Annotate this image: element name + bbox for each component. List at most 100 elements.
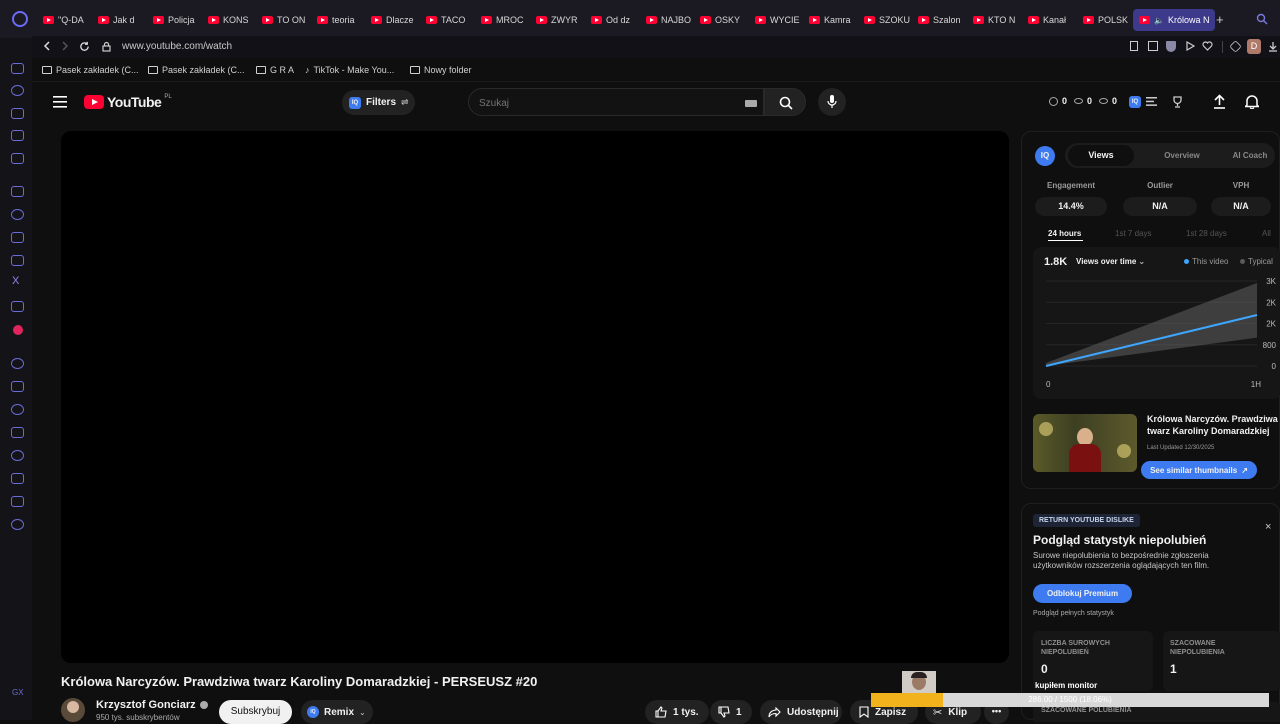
remix-button[interactable]: IQ Remix ⌄ <box>301 700 373 724</box>
bookmark-folder[interactable]: Nowy folder <box>410 65 472 75</box>
messenger-chat-icon[interactable] <box>11 209 24 220</box>
browser-tab[interactable]: ZWYR <box>536 10 584 30</box>
pin-icon[interactable] <box>1130 41 1138 51</box>
range-28d[interactable]: 1st 28 days <box>1186 229 1227 238</box>
see-similar-thumbnails-button[interactable]: See similar thumbnails ↗ <box>1141 461 1257 479</box>
browser-tab[interactable]: TO ON <box>262 10 310 30</box>
browser-tab[interactable]: TACO <box>426 10 474 30</box>
player-icon[interactable] <box>11 381 24 392</box>
browser-tab[interactable]: Kanał <box>1028 10 1076 30</box>
mail-icon[interactable] <box>11 153 24 164</box>
browser-tab[interactable]: WYCIE <box>755 10 803 30</box>
range-24h[interactable]: 24 hours <box>1048 229 1081 238</box>
browser-tab[interactable]: KTO N <box>973 10 1021 30</box>
reload-icon[interactable] <box>79 41 90 52</box>
search-tabs-icon[interactable] <box>1256 13 1268 25</box>
tab-active[interactable]: 🔈 Królowa N <box>1133 9 1216 31</box>
youtube-logo[interactable]: YouTube PL <box>84 94 172 110</box>
upload-icon[interactable] <box>1213 94 1226 109</box>
forward-icon[interactable] <box>60 41 70 51</box>
close-icon[interactable]: × <box>1265 521 1271 533</box>
share-button[interactable]: Udostępnij <box>760 700 842 724</box>
snapshot-icon[interactable] <box>1148 41 1158 51</box>
browser-tab[interactable]: teoria <box>317 10 365 30</box>
app-icon[interactable] <box>13 325 23 335</box>
trophy-icon[interactable] <box>1172 96 1183 108</box>
browser-tab[interactable]: Kamra <box>809 10 857 30</box>
filters-button[interactable]: IQ Filters ⇌ <box>342 90 415 115</box>
gx-icon[interactable]: GX <box>12 688 24 697</box>
wallet-icon[interactable] <box>11 427 24 438</box>
search-button[interactable] <box>764 88 806 116</box>
tab-views[interactable]: Views <box>1068 145 1134 166</box>
search-input[interactable] <box>479 95 719 111</box>
list-icon[interactable] <box>1146 97 1157 106</box>
bookmark-folder[interactable]: G R A <box>256 65 294 75</box>
tab-ai-coach[interactable]: AI Coach <box>1215 145 1280 166</box>
tab-label: teoria <box>332 15 355 25</box>
spotify-icon[interactable] <box>11 358 24 369</box>
bookmark-tiktok[interactable]: ♪ TikTok - Make You... <box>305 65 394 75</box>
video-player[interactable] <box>61 131 1009 663</box>
ai-icon[interactable] <box>11 108 24 119</box>
voice-search-button[interactable] <box>818 88 846 116</box>
menu-icon[interactable] <box>53 96 67 108</box>
dislike-button[interactable]: 1 <box>710 700 752 724</box>
video-thumbnail[interactable] <box>1033 414 1137 472</box>
browser-tab[interactable]: Policja <box>153 10 201 30</box>
heart-icon[interactable] <box>11 404 24 415</box>
unlock-premium-button[interactable]: Odblokuj Premium <box>1033 584 1132 603</box>
browser-tab[interactable]: Od dz <box>591 10 639 30</box>
extensions-puzzle-icon[interactable] <box>1229 40 1242 53</box>
browser-tab[interactable]: Jak d <box>98 10 146 30</box>
download-arrow-icon[interactable] <box>1268 41 1278 52</box>
preview-stats-link[interactable]: Podgląd pełnych statystyk <box>1033 610 1114 617</box>
refresh-icon[interactable] <box>11 85 24 96</box>
browser-tab[interactable]: "Q-DA <box>43 10 91 30</box>
browser-tab[interactable]: Dlacze <box>371 10 419 30</box>
play-icon[interactable] <box>1185 41 1195 51</box>
new-tab-button[interactable]: + <box>1216 12 1224 27</box>
vidiq-header-stats[interactable]: 0 0 0 <box>1049 96 1117 106</box>
browser-tab[interactable]: MROC <box>481 10 529 30</box>
browser-tab[interactable]: POLSK <box>1083 10 1131 30</box>
channel-name-row[interactable]: Krzysztof Gonciarz <box>96 699 208 711</box>
views-dropdown[interactable]: Views over time ⌄ <box>1076 257 1145 266</box>
telegram-icon[interactable] <box>11 232 24 243</box>
instagram-icon[interactable] <box>11 255 24 266</box>
browser-logo-icon[interactable] <box>12 11 28 27</box>
bookmark-folder[interactable]: Pasek zakładek (C... <box>42 65 139 75</box>
tab-overview[interactable]: Overview <box>1147 145 1217 166</box>
like-button[interactable]: 1 tys. <box>645 700 709 724</box>
messenger-icon[interactable] <box>11 63 24 74</box>
history-icon[interactable] <box>11 450 24 461</box>
heart-outline-icon[interactable] <box>1202 41 1213 51</box>
channel-name[interactable]: Krzysztof Gonciarz <box>96 699 196 711</box>
settings-icon[interactable] <box>11 519 24 530</box>
keyboard-icon[interactable] <box>745 100 757 107</box>
bookmark-folder[interactable]: Pasek zakładek (C... <box>148 65 245 75</box>
back-icon[interactable] <box>42 41 52 51</box>
browser-tab[interactable]: OSKY <box>700 10 748 30</box>
twitch-icon[interactable] <box>11 186 24 197</box>
url-field[interactable]: www.youtube.com/watch <box>122 41 232 52</box>
music-icon[interactable] <box>11 130 24 141</box>
channel-avatar[interactable] <box>61 698 85 722</box>
shield-icon[interactable] <box>1166 41 1176 52</box>
subscribe-button[interactable]: Subskrybuj <box>219 700 292 724</box>
browser-tab[interactable]: SZOKU <box>864 10 912 30</box>
browser-tab[interactable]: NAJBO <box>646 10 694 30</box>
download-icon[interactable] <box>11 473 24 484</box>
browser-tab[interactable]: KONS <box>208 10 256 30</box>
browser-tab[interactable]: Szalon <box>918 10 966 30</box>
vidiq-icon[interactable]: IQ <box>1129 96 1141 108</box>
lock-icon[interactable] <box>102 41 111 52</box>
notifications-bell-icon[interactable] <box>1245 94 1259 109</box>
discord-icon[interactable] <box>11 301 24 312</box>
search-field[interactable] <box>468 88 764 116</box>
profile-avatar[interactable]: D <box>1247 39 1261 54</box>
range-7d[interactable]: 1st 7 days <box>1115 229 1151 238</box>
x-icon[interactable]: X <box>12 275 19 287</box>
extensions-icon[interactable] <box>11 496 24 507</box>
range-all[interactable]: All <box>1262 229 1271 238</box>
